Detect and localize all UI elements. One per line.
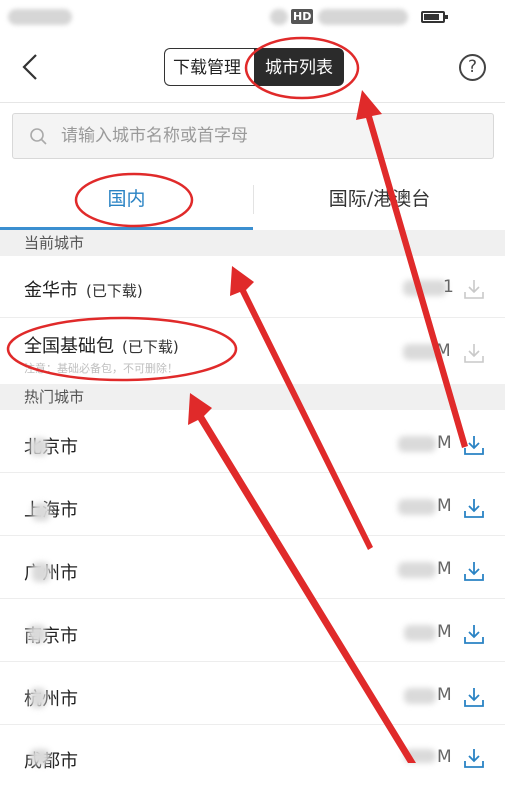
name-blurred bbox=[30, 438, 48, 456]
search-area: 请输入城市名称或首字母 bbox=[0, 103, 505, 169]
city-list-tab[interactable]: 城市列表 bbox=[254, 48, 344, 86]
status-bar: HD bbox=[0, 0, 505, 34]
list-item[interactable]: 南京市 M bbox=[0, 599, 505, 662]
downloaded-tag: (已下载) bbox=[86, 282, 143, 300]
download-icon[interactable] bbox=[463, 623, 485, 645]
size-blurred bbox=[404, 625, 436, 641]
name-blurred bbox=[30, 688, 46, 708]
size-blurred bbox=[403, 280, 447, 296]
download-icon[interactable] bbox=[463, 434, 485, 456]
city-name-text: 全国基础包 bbox=[24, 336, 114, 357]
name-blurred bbox=[32, 503, 50, 521]
segment-control: 下载管理 城市列表 bbox=[164, 48, 344, 86]
size-blurred bbox=[398, 562, 436, 578]
list-item[interactable]: 杭州市 M bbox=[0, 662, 505, 725]
search-placeholder: 请输入城市名称或首字母 bbox=[61, 126, 248, 146]
file-size: M bbox=[437, 685, 452, 705]
file-size: M bbox=[437, 433, 452, 453]
name-blurred bbox=[32, 562, 50, 582]
search-input[interactable]: 请输入城市名称或首字母 bbox=[12, 113, 494, 159]
section-header-current: 当前城市 bbox=[0, 230, 505, 256]
search-icon bbox=[30, 128, 47, 145]
tab-domestic[interactable]: 国内 bbox=[0, 169, 253, 230]
status-icons-blurred bbox=[318, 9, 408, 25]
list-item[interactable]: 全国基础包 (已下载) 注意：基础必备包，不可删除！ M bbox=[0, 318, 505, 384]
download-icon[interactable] bbox=[463, 497, 485, 519]
file-size: M bbox=[436, 341, 451, 361]
hd-badge: HD bbox=[291, 9, 314, 24]
base-package-note: 注意：基础必备包，不可删除！ bbox=[24, 362, 178, 375]
file-size: M bbox=[437, 496, 452, 516]
name-blurred bbox=[28, 625, 46, 643]
size-blurred bbox=[398, 436, 436, 452]
download-done-icon bbox=[464, 280, 484, 299]
tab-international[interactable]: 国际/港澳台 bbox=[254, 169, 505, 230]
file-size: M bbox=[437, 559, 452, 579]
download-done-icon bbox=[464, 344, 484, 363]
city-name: 金华市 (已下载) bbox=[24, 276, 143, 302]
region-tabs: 国内 国际/港澳台 bbox=[0, 169, 505, 230]
list-item[interactable]: 上海市 M bbox=[0, 473, 505, 536]
section-header-hot: 热门城市 bbox=[0, 384, 505, 410]
download-manager-tab[interactable]: 下载管理 bbox=[164, 48, 254, 86]
download-icon[interactable] bbox=[463, 686, 485, 708]
downloaded-tag: (已下载) bbox=[122, 338, 179, 356]
status-time-blurred bbox=[8, 9, 72, 25]
size-blurred bbox=[398, 499, 436, 515]
download-icon[interactable] bbox=[463, 747, 485, 769]
nav-bar: 下载管理 城市列表 ? bbox=[0, 34, 505, 103]
file-size: 1 bbox=[443, 277, 454, 297]
city-name: 全国基础包 (已下载) bbox=[24, 332, 179, 358]
file-size: M bbox=[437, 747, 452, 767]
help-icon[interactable]: ? bbox=[459, 54, 486, 81]
list-item[interactable]: 金华市 (已下载) 1 bbox=[0, 256, 505, 318]
city-name-text: 金华市 bbox=[24, 280, 78, 301]
download-icon[interactable] bbox=[463, 560, 485, 582]
size-blurred bbox=[404, 688, 436, 704]
battery-icon bbox=[421, 11, 448, 23]
file-size: M bbox=[437, 622, 452, 642]
list-item[interactable]: 成都市 M bbox=[0, 725, 505, 788]
status-signal-blurred bbox=[270, 9, 288, 25]
list-item[interactable]: 北京市 M bbox=[0, 410, 505, 473]
size-blurred bbox=[404, 749, 436, 763]
list-item[interactable]: 广州市 M bbox=[0, 536, 505, 599]
back-arrow-icon[interactable] bbox=[14, 50, 48, 84]
